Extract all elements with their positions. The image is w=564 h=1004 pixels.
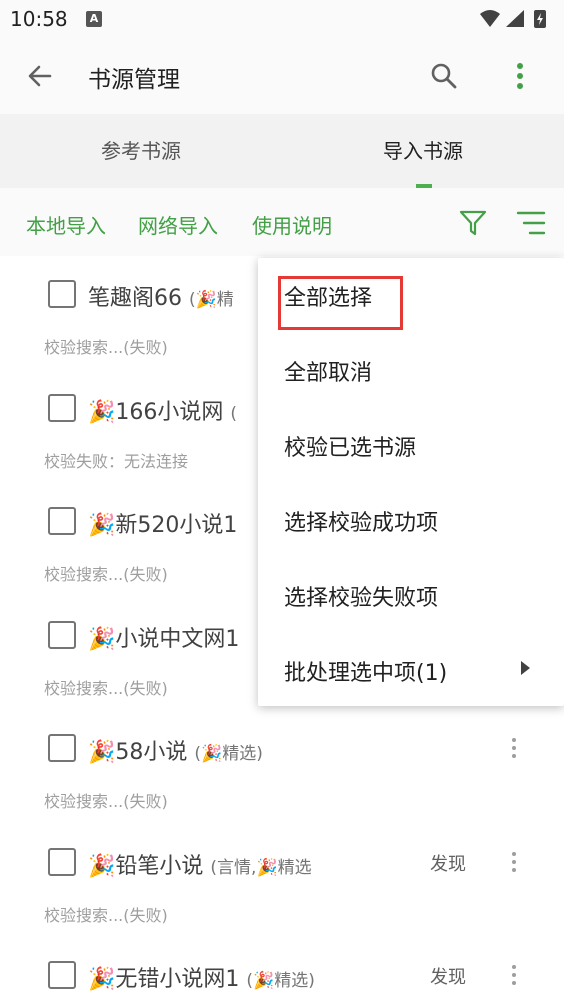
discover-button[interactable]: 发现 xyxy=(430,850,466,876)
checkbox[interactable] xyxy=(48,847,76,876)
source-status: 校验搜索...(失败) xyxy=(44,792,168,811)
item-more-button[interactable] xyxy=(504,848,524,878)
more-vertical-icon xyxy=(512,851,516,856)
source-status: 校验搜索...(失败) xyxy=(44,905,168,925)
source-title: 🎉新520小说1 xyxy=(88,513,238,538)
filter-button[interactable] xyxy=(458,208,488,238)
search-button[interactable] xyxy=(426,58,462,94)
more-dot xyxy=(512,859,516,864)
status-bar: 10:58 A xyxy=(0,0,564,38)
submenu-arrow-icon xyxy=(521,661,530,675)
source-name: 🎉小说中文网1 xyxy=(88,621,239,653)
action-row: 本地导入 网络导入 使用说明 xyxy=(0,188,564,256)
more-dot xyxy=(512,754,516,758)
item-more-button[interactable] xyxy=(504,734,524,764)
source-group: (🎉精选) xyxy=(194,744,263,764)
page-title: 书源管理 xyxy=(88,67,180,93)
source-title: 笔趣阁66 xyxy=(88,286,182,311)
tab-bar: 参考书源 导入书源 xyxy=(0,114,564,188)
checkbox[interactable] xyxy=(48,393,76,422)
source-name: 🎉58小说 (🎉精选) xyxy=(88,734,263,766)
overflow-menu-button[interactable] xyxy=(502,58,538,94)
source-title: 🎉无错小说网1 xyxy=(88,967,240,992)
checkbox[interactable] xyxy=(48,620,76,649)
more-dot xyxy=(512,867,516,872)
source-title: 🎉铅笔小说 xyxy=(88,853,204,879)
menu-item-check-selected[interactable]: 校验已选书源 xyxy=(258,408,564,483)
source-group: ( xyxy=(230,403,238,424)
source-group: (🎉精 xyxy=(189,290,234,310)
menu-item-label: 全部取消 xyxy=(284,361,373,386)
sort-button[interactable] xyxy=(516,210,546,236)
menu-item-batch-process[interactable]: 批处理选中项(1) xyxy=(258,633,564,708)
more-dot xyxy=(512,973,516,977)
source-status: 校验搜索...(失败) xyxy=(44,338,168,357)
menu-item-label: 批处理选中项(1) xyxy=(284,661,448,686)
item-more-button[interactable] xyxy=(504,961,524,991)
source-status: 校验失败：无法连接 xyxy=(44,451,189,471)
source-name: 🎉新520小说1 xyxy=(88,507,237,539)
menu-item-select-succeeded[interactable]: 选择校验成功项 xyxy=(258,483,564,558)
source-group: (言情,🎉精选 xyxy=(210,857,312,878)
arrow-back-icon xyxy=(28,65,52,87)
back-button[interactable] xyxy=(22,58,58,94)
source-name: 🎉铅笔小说 (言情,🎉精选 xyxy=(88,848,312,880)
source-status: 校验搜索...(失败) xyxy=(44,565,168,584)
local-import-link[interactable]: 本地导入 xyxy=(26,210,106,239)
source-title: 🎉58小说 xyxy=(88,740,188,765)
menu-item-deselect-all[interactable]: 全部取消 xyxy=(258,333,564,408)
more-vertical-icon xyxy=(512,738,516,742)
menu-item-label: 选择校验失败项 xyxy=(284,586,439,611)
status-icons xyxy=(478,8,554,34)
source-name: 🎉无错小说网1 (🎉精选) xyxy=(88,961,315,993)
list-item[interactable]: 🎉58小说 (🎉精选) 校验搜索...(失败) xyxy=(0,710,564,824)
search-icon xyxy=(431,63,457,89)
source-title: 🎉小说中文网1 xyxy=(88,626,240,652)
popup-menu: 全部选择 全部取消 校验已选书源 选择校验成功项 选择校验失败项 批处理选中项(… xyxy=(258,258,564,706)
source-name: 🎉166小说网 ( xyxy=(88,394,237,426)
checkbox[interactable] xyxy=(48,507,76,535)
menu-item-select-failed[interactable]: 选择校验失败项 xyxy=(258,558,564,633)
list-item[interactable]: 🎉铅笔小说 (言情,🎉精选 发现 校验搜索...(失败) xyxy=(0,824,564,938)
tab-imported-sources[interactable]: 导入书源 xyxy=(282,114,564,188)
list-item[interactable]: 🎉无错小说网1 (🎉精选) 发现 xyxy=(0,937,564,1004)
checkbox[interactable] xyxy=(48,961,76,989)
discover-button[interactable]: 发现 xyxy=(430,963,466,989)
more-vertical-icon xyxy=(517,63,523,89)
source-status: 校验搜索...(失败) xyxy=(44,678,168,698)
source-title: 🎉166小说网 xyxy=(88,399,224,425)
help-link[interactable]: 使用说明 xyxy=(252,210,332,239)
highlight-box xyxy=(278,276,403,330)
checkbox[interactable] xyxy=(48,734,76,762)
more-dot xyxy=(512,746,516,750)
app-bar: 书源管理 xyxy=(0,38,564,114)
checkbox[interactable] xyxy=(48,280,76,308)
menu-item-label: 选择校验成功项 xyxy=(284,511,439,536)
wifi-signal-battery-icon xyxy=(480,10,546,28)
tab-reference-sources[interactable]: 参考书源 xyxy=(0,114,282,188)
more-vertical-icon xyxy=(512,965,516,969)
status-time: 10:58 xyxy=(10,7,68,31)
network-import-link[interactable]: 网络导入 xyxy=(138,210,218,239)
source-name: 笔趣阁66 (🎉精 xyxy=(88,280,234,312)
notification-icon: A xyxy=(86,11,102,27)
more-dot xyxy=(512,981,516,985)
menu-item-label: 校验已选书源 xyxy=(284,436,417,461)
sort-icon xyxy=(516,211,546,235)
source-group: (🎉精选) xyxy=(246,971,315,991)
filter-icon xyxy=(459,210,487,236)
